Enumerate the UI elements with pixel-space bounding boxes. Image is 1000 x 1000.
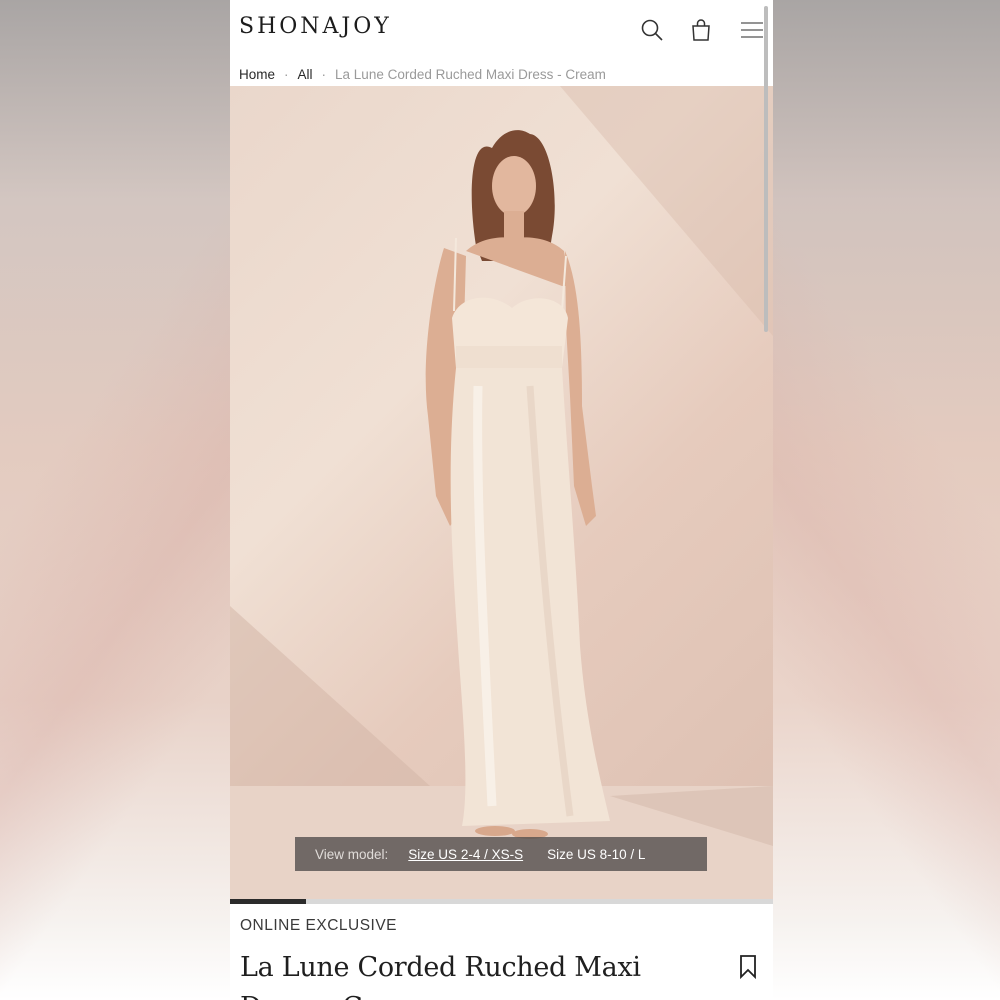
breadcrumb-home[interactable]: Home [239, 67, 275, 82]
mobile-page: SHONAJOY Home · All · La Lune Corded Ruched … [230, 0, 773, 1000]
model-photo-illustration [230, 86, 773, 902]
search-icon[interactable] [640, 18, 664, 42]
breadcrumb: Home · All · La Lune Corded Ruched Maxi Dres… [239, 67, 606, 82]
breadcrumb-current: La Lune Corded Ruched Maxi Dress - Cream [335, 67, 606, 82]
breadcrumb-separator: · [284, 67, 289, 82]
site-header: SHONAJOY [230, 0, 773, 62]
menu-icon[interactable] [740, 18, 764, 42]
model-size-option-xs-s[interactable]: Size US 2-4 / XS-S [408, 847, 523, 862]
scrollbar[interactable] [764, 6, 768, 332]
breadcrumb-all[interactable]: All [298, 67, 313, 82]
product-title: La Lune Corded Ruched Maxi Dress - Cream [240, 952, 641, 1000]
view-model-label: View model: [315, 846, 389, 862]
bag-icon[interactable] [689, 18, 713, 42]
brand-logo[interactable]: SHONAJOY [239, 14, 392, 39]
gallery-progress [230, 899, 773, 904]
product-image[interactable]: View model: Size US 2-4 / XS-S Size US 8… [230, 86, 773, 902]
gallery-progress-fill [230, 899, 307, 904]
breadcrumb-separator: · [321, 67, 327, 82]
bookmark-icon[interactable] [738, 954, 758, 980]
model-size-option-l[interactable]: Size US 8-10 / L [547, 847, 645, 862]
online-exclusive-badge: ONLINE EXCLUSIVE [240, 917, 398, 934]
background-left [0, 0, 230, 1000]
background-right [773, 0, 1000, 1000]
view-model-bar: View model: Size US 2-4 / XS-S Size US 8… [295, 837, 707, 871]
